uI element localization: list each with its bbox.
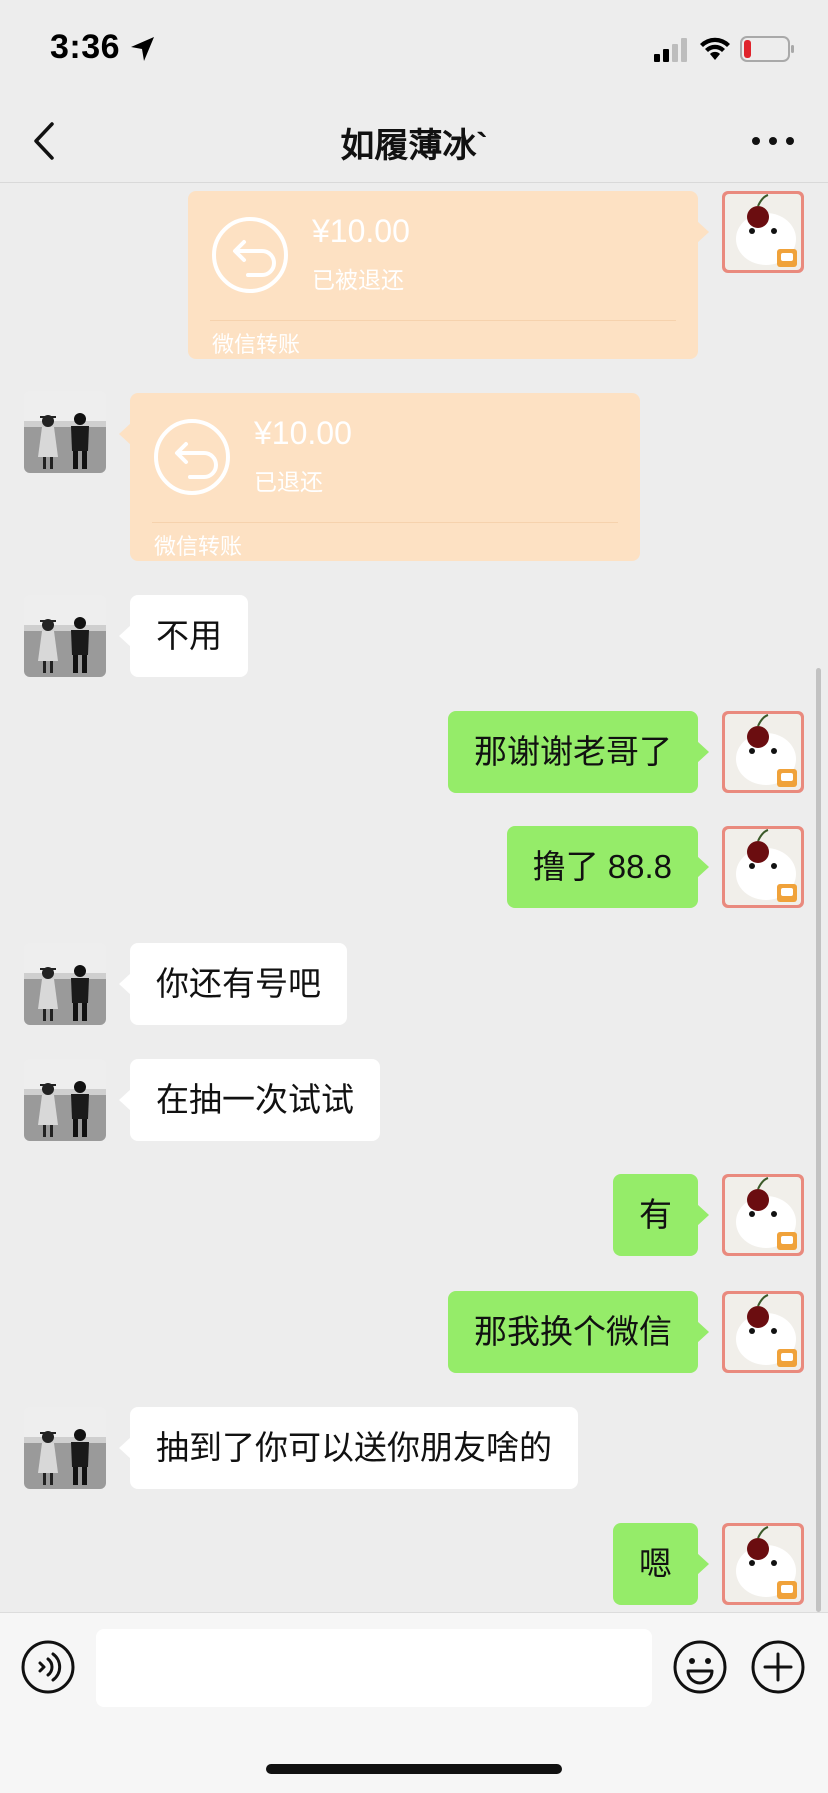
location-arrow-icon	[131, 37, 154, 61]
chat-scrollbar[interactable]	[816, 668, 821, 1612]
transfer-divider	[152, 522, 618, 523]
self-avatar[interactable]	[722, 1174, 804, 1256]
message-bubble-incoming[interactable]: 抽到了你可以送你朋友啥的	[119, 1407, 578, 1489]
transfer-label: 微信转账	[212, 332, 301, 357]
voice-icon[interactable]	[20, 1639, 76, 1695]
friend-avatar[interactable]	[24, 391, 106, 473]
self-avatar[interactable]	[722, 826, 804, 908]
transfer-divider	[210, 320, 676, 321]
friend-avatar[interactable]	[24, 595, 106, 677]
message-bubble-outgoing[interactable]: 有	[613, 1174, 709, 1256]
message-bubble-outgoing[interactable]: 那我换个微信	[448, 1291, 709, 1373]
message-bubble-outgoing[interactable]: 撸了 88.8	[506, 826, 710, 908]
chat-header: 如履薄冰`	[0, 100, 828, 183]
self-avatar[interactable]	[722, 191, 804, 273]
transfer-amount: ¥10.00	[312, 213, 410, 249]
message-bubble-outgoing[interactable]: 那谢谢老哥了	[448, 711, 709, 793]
chat-title: 如履薄冰`	[340, 127, 488, 165]
emoji-icon[interactable]	[672, 1639, 728, 1695]
friend-avatar[interactable]	[24, 1059, 106, 1141]
cellular-signal-icon	[654, 38, 687, 62]
transfer-card-incoming[interactable]: ¥10.00 已退还 微信转账	[119, 393, 640, 561]
message-bubble-incoming[interactable]: 你还有号吧	[119, 943, 347, 1025]
message-bubble-incoming[interactable]: 不用	[119, 595, 248, 677]
self-avatar[interactable]	[722, 1291, 804, 1373]
message-input[interactable]	[96, 1629, 652, 1707]
plus-icon[interactable]	[750, 1639, 806, 1695]
transfer-status: 已被退还	[312, 267, 404, 293]
self-avatar[interactable]	[722, 1523, 804, 1605]
battery-low-icon	[740, 36, 794, 62]
status-bar: 3:36	[0, 0, 828, 100]
message-bubble-incoming[interactable]: 在抽一次试试	[119, 1059, 380, 1141]
transfer-label: 微信转账	[154, 534, 243, 559]
wifi-icon	[700, 37, 730, 60]
refund-arrow-icon	[154, 419, 230, 495]
friend-avatar[interactable]	[24, 943, 106, 1025]
message-list[interactable]: ¥10.00 已被退还 微信转账 ¥10.00 已退还 微信转账 不用 那谢谢老…	[0, 183, 828, 1611]
transfer-amount: ¥10.00	[254, 415, 352, 451]
friend-avatar[interactable]	[24, 1407, 106, 1489]
home-indicator[interactable]	[266, 1764, 562, 1774]
self-avatar[interactable]	[722, 711, 804, 793]
more-options-icon[interactable]	[748, 118, 798, 164]
transfer-card-outgoing[interactable]: ¥10.00 已被退还 微信转账	[188, 191, 709, 359]
refund-arrow-icon	[212, 217, 288, 293]
transfer-status: 已退还	[254, 469, 323, 495]
message-bubble-outgoing[interactable]: 嗯	[613, 1523, 709, 1605]
status-time: 3:36	[50, 28, 121, 66]
